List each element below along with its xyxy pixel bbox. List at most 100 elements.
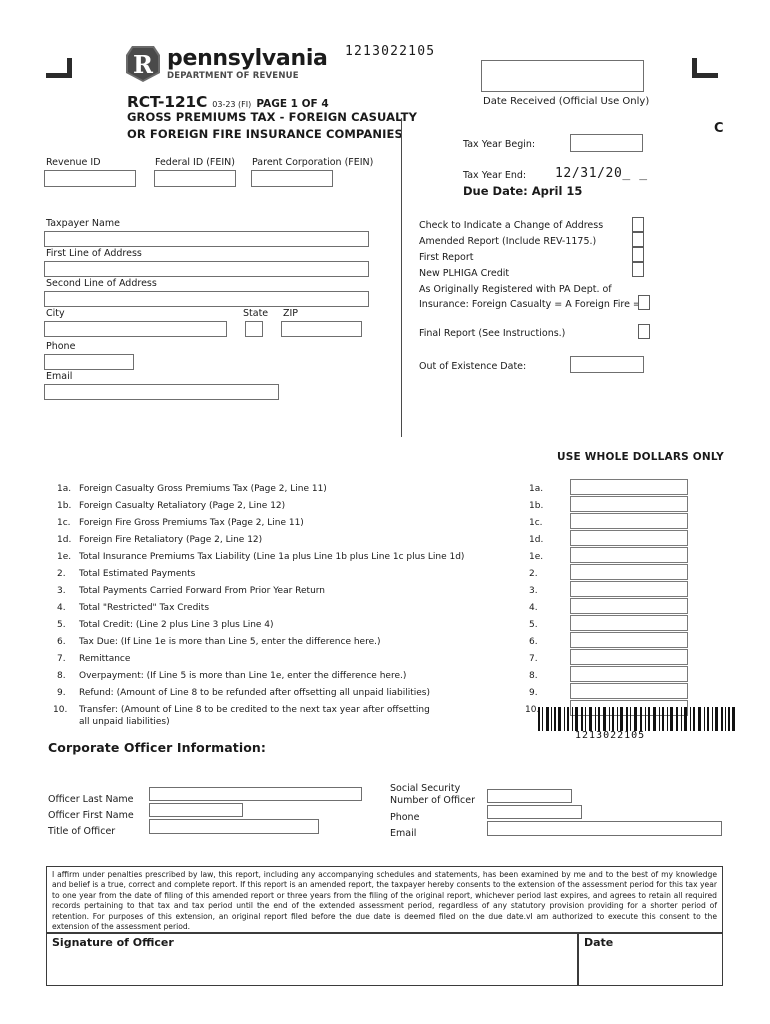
line-item-num: 8.: [57, 671, 66, 681]
checkbox-change-of-address[interactable]: [632, 217, 644, 232]
line-item-num: 6.: [57, 637, 66, 647]
amount-line-label: 6.: [529, 637, 538, 647]
line-item-desc: Total Insurance Premiums Tax Liability (…: [79, 552, 465, 562]
agency-name: pennsylvania: [167, 45, 328, 71]
email-field[interactable]: [44, 384, 279, 400]
tax-year-end-label: Tax Year End:: [463, 170, 527, 181]
form-page: C R pennsylvania DEPARTMENT OF REVENUE 1…: [0, 0, 770, 1024]
officer-title-field[interactable]: [149, 819, 319, 834]
checkbox-amended-report[interactable]: [632, 232, 644, 247]
line-item-num: 7.: [57, 654, 66, 664]
amount-field[interactable]: [570, 683, 688, 699]
officer-first-name-label: Officer First Name: [48, 810, 134, 821]
checkbox-label-amended-report: Amended Report (Include REV-1175.): [419, 236, 597, 247]
officer-email-label: Email: [390, 828, 417, 839]
federal-id-field[interactable]: [154, 170, 236, 187]
parent-corp-field[interactable]: [251, 170, 333, 187]
taxpayer-name-field[interactable]: [44, 231, 369, 247]
signature-date-divider: [577, 932, 579, 986]
final-report-label: Final Report (See Instructions.): [419, 328, 566, 339]
use-whole-dollars-header: USE WHOLE DOLLARS ONLY: [557, 451, 724, 463]
line-item-num: 9.: [57, 688, 66, 698]
line-item-desc: Total "Restricted" Tax Credits: [79, 603, 210, 613]
line-item-num: 10.: [53, 705, 68, 715]
barcode-number: 1213022105: [575, 730, 646, 741]
amount-line-label: 7.: [529, 654, 538, 664]
due-date-label: Due Date: April 15: [463, 184, 583, 198]
svg-text:R: R: [133, 50, 154, 79]
amount-field[interactable]: [570, 479, 688, 495]
amount-field[interactable]: [570, 564, 688, 580]
signature-of-officer-label: Signature of Officer: [52, 936, 174, 949]
line-item-desc-cont: all unpaid liabilities): [79, 717, 170, 727]
line-item-desc: Total Estimated Payments: [79, 569, 196, 579]
officer-ssn-label-line1: Social Security: [390, 783, 461, 794]
parent-corp-label: Parent Corporation (FEIN): [252, 157, 374, 168]
phone-field[interactable]: [44, 354, 134, 370]
checkbox-label-first-report: First Report: [419, 252, 474, 263]
barcode-image: [538, 707, 736, 731]
revenue-id-field[interactable]: [44, 170, 136, 187]
zip-field[interactable]: [281, 321, 362, 337]
line-item-desc: Remittance: [79, 654, 131, 664]
amount-field[interactable]: [570, 598, 688, 614]
form-number: RCT-121C: [127, 93, 208, 111]
line-item-desc: Transfer: (Amount of Line 8 to be credit…: [79, 705, 430, 715]
form-title-line1: GROSS PREMIUMS TAX - FOREIGN CASUALTY: [127, 110, 418, 124]
address-line1-label: First Line of Address: [46, 248, 142, 259]
federal-id-label: Federal ID (FEIN): [155, 157, 235, 168]
line-item-num: 1a.: [57, 484, 72, 494]
city-label: City: [46, 308, 65, 319]
date-received-field[interactable]: [481, 60, 644, 92]
amount-line-label: 9.: [529, 688, 538, 698]
address-line2-field[interactable]: [44, 291, 369, 307]
registration-type-field[interactable]: [638, 295, 650, 310]
amount-field[interactable]: [570, 530, 688, 546]
tax-year-begin-field[interactable]: [570, 134, 643, 152]
amount-field[interactable]: [570, 496, 688, 512]
form-code-top: 1213022105: [345, 44, 436, 59]
registration-label-line1: As Originally Registered with PA Dept. o…: [419, 284, 612, 295]
crop-mark-top-right-icon: [692, 58, 718, 78]
amount-field[interactable]: [570, 632, 688, 648]
state-field[interactable]: [245, 321, 263, 337]
address-line2-label: Second Line of Address: [46, 278, 157, 289]
amount-field[interactable]: [570, 666, 688, 682]
line-item-desc: Refund: (Amount of Line 8 to be refunded…: [79, 688, 430, 698]
affirmation-divider: [46, 932, 723, 934]
amount-field[interactable]: [570, 513, 688, 529]
officer-ssn-label-line2: Number of Officer: [390, 795, 475, 806]
out-of-existence-date-field[interactable]: [570, 356, 644, 373]
checkbox-new-plhiga-credit[interactable]: [632, 262, 644, 277]
amount-line-label: 1d.: [529, 535, 544, 545]
line-item-num: 3.: [57, 586, 66, 596]
tax-year-begin-label: Tax Year Begin:: [463, 139, 536, 150]
amount-field[interactable]: [570, 581, 688, 597]
checkbox-first-report[interactable]: [632, 247, 644, 262]
affirmation-text: I affirm under penalties prescribed by l…: [52, 870, 717, 932]
line-item-desc: Foreign Casualty Retaliatory (Page 2, Li…: [79, 501, 286, 511]
officer-first-name-field[interactable]: [149, 803, 243, 817]
amount-line-label: 4.: [529, 603, 538, 613]
officer-ssn-field[interactable]: [487, 789, 572, 803]
amount-field[interactable]: [570, 547, 688, 563]
amount-line-label: 3.: [529, 586, 538, 596]
line-item-num: 5.: [57, 620, 66, 630]
checkbox-final-report[interactable]: [638, 324, 650, 339]
officer-last-name-field[interactable]: [149, 787, 362, 801]
date-received-label: Date Received (Official Use Only): [483, 96, 650, 107]
address-line1-field[interactable]: [44, 261, 369, 277]
line-item-desc: Total Credit: (Line 2 plus Line 3 plus L…: [79, 620, 274, 630]
line-item-num: 1c.: [57, 518, 71, 528]
officer-email-field[interactable]: [487, 821, 722, 836]
amount-line-label: 2.: [529, 569, 538, 579]
checkbox-label-change-of-address: Check to Indicate a Change of Address: [419, 220, 604, 231]
phone-label: Phone: [46, 341, 76, 352]
officer-phone-field[interactable]: [487, 805, 582, 819]
form-number-line: RCT-121C 03-23 (FI) PAGE 1 OF 4: [127, 92, 329, 111]
amount-field[interactable]: [570, 649, 688, 665]
amount-line-label: 8.: [529, 671, 538, 681]
amount-field[interactable]: [570, 615, 688, 631]
officer-last-name-label: Officer Last Name: [48, 794, 134, 805]
city-field[interactable]: [44, 321, 227, 337]
